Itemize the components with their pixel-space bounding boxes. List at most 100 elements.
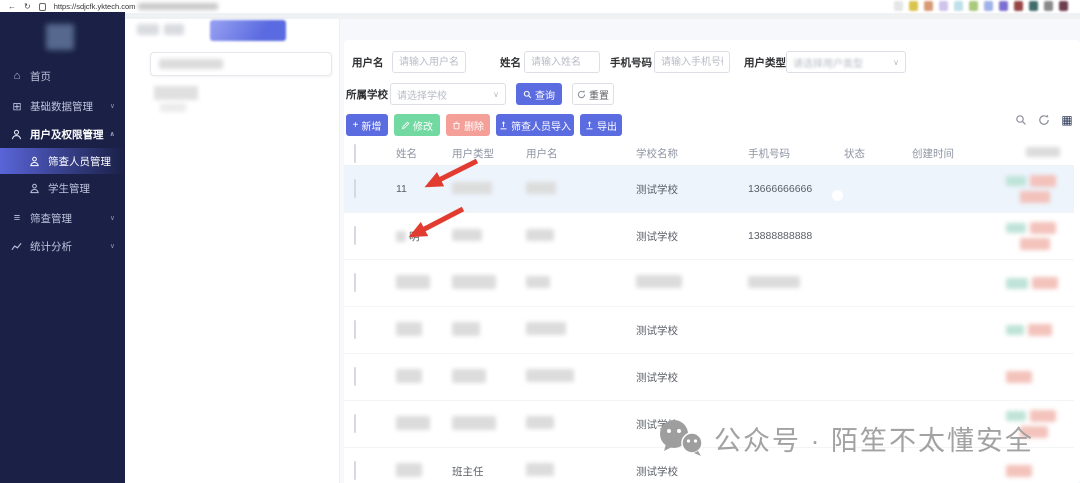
chevron-down-icon: ∨: [109, 103, 115, 110]
table-row[interactable]: 测试学校: [344, 354, 1074, 401]
cell-username-redacted: [526, 275, 550, 288]
name-input[interactable]: [524, 51, 600, 73]
cell-name-redacted: [396, 368, 422, 383]
tree-node-redacted[interactable]: [154, 86, 198, 100]
username-input[interactable]: [392, 51, 466, 73]
table-row[interactable]: 测试学校: [344, 307, 1074, 354]
op-edit-redacted[interactable]: [1006, 223, 1026, 233]
row-checkbox[interactable]: [354, 320, 356, 339]
header-name: 姓名: [396, 148, 417, 160]
op-delete-redacted[interactable]: [1030, 175, 1056, 187]
row-checkbox[interactable]: [354, 179, 356, 198]
school-placeholder: 请选择学校: [397, 90, 447, 102]
sidebar-item-screening-mgmt[interactable]: ≡ 筛查管理 ∨: [0, 204, 125, 232]
name-label: 姓名: [500, 57, 521, 69]
cell-phone-redacted: [748, 275, 800, 288]
cell-school: 测试学校: [636, 230, 678, 243]
row-checkbox[interactable]: [354, 461, 356, 480]
row-checkbox[interactable]: [354, 273, 356, 292]
op-edit-redacted[interactable]: [1006, 277, 1028, 289]
cell-name-redacted: [396, 462, 422, 477]
op-delete-redacted[interactable]: [1030, 222, 1056, 234]
sidebar-item-base-data[interactable]: ⊞ 基础数据管理 ∨: [0, 92, 125, 120]
phone-label: 手机号码: [610, 57, 652, 69]
cell-name: 明: [409, 230, 420, 243]
trash-icon: [453, 121, 460, 129]
sidebar-item-students[interactable]: 学生管理: [0, 175, 125, 201]
browser-refresh-icon[interactable]: ↻: [24, 2, 31, 11]
row-checkbox[interactable]: [354, 414, 356, 433]
header-usertype: 用户类型: [452, 148, 494, 160]
cell-username-redacted: [526, 322, 566, 335]
list-icon: ≡: [13, 212, 21, 224]
table-refresh-icon[interactable]: [1037, 113, 1051, 127]
table-row[interactable]: [344, 260, 1074, 307]
op-edit-redacted[interactable]: [1006, 411, 1026, 421]
name-prefix-redacted: [396, 230, 406, 242]
cell-name-redacted: [396, 415, 430, 430]
browser-back-icon[interactable]: ←: [8, 2, 16, 11]
edit-button-label: 修改: [413, 121, 433, 133]
header-school: 学校名称: [636, 148, 678, 160]
nav-tab-redacted[interactable]: [137, 24, 159, 35]
row-checkbox[interactable]: [354, 367, 356, 386]
usertype-placeholder: 请选择用户类型: [793, 58, 863, 70]
browser-address-bar: ← ↻ https://sdjcfk.yktech.com: [0, 0, 1080, 13]
op-redacted[interactable]: [1020, 426, 1048, 438]
op-edit-redacted[interactable]: [1006, 176, 1026, 186]
op-delete-redacted[interactable]: [1006, 465, 1032, 477]
header-username: 用户名: [526, 148, 558, 160]
table-search-icon[interactable]: [1014, 113, 1028, 127]
cell-username-redacted: [526, 369, 574, 382]
url-text[interactable]: https://sdjcfk.yktech.com: [54, 2, 136, 11]
header-status: 状态: [844, 148, 865, 160]
op-delete-redacted[interactable]: [1032, 277, 1058, 289]
table-row[interactable]: 测试学校: [344, 401, 1074, 448]
import-button[interactable]: 筛查人员导入: [496, 114, 574, 136]
sidebar-item-home[interactable]: ⌂ 首页: [0, 62, 125, 90]
sidebar-item-label: 首页: [30, 70, 51, 83]
cell-phone: 13888888888: [748, 230, 813, 242]
table-row[interactable]: 班主任 测试学校: [344, 448, 1074, 483]
sidebar-item-statistics[interactable]: 统计分析 ∨: [0, 232, 125, 260]
op-delete-redacted[interactable]: [1028, 324, 1052, 336]
cell-username-redacted: [526, 416, 554, 429]
nav-tab-redacted[interactable]: [164, 24, 184, 35]
cell-usertype-redacted: [452, 228, 482, 241]
delete-button-label: 删除: [464, 121, 484, 133]
nav-tab-active-redacted[interactable]: [210, 20, 286, 41]
phone-input[interactable]: [654, 51, 730, 73]
add-button[interactable]: + 新增: [346, 114, 388, 136]
add-button-label: 新增: [361, 121, 382, 133]
column-settings-icon[interactable]: ▦: [1060, 113, 1074, 127]
table-header-row: 姓名 用户类型 用户名 学校名称 手机号码 状态 创建时间: [344, 142, 1074, 166]
delete-button[interactable]: 删除: [446, 114, 490, 136]
op-redacted[interactable]: [1020, 238, 1050, 250]
table-row[interactable]: 明 测试学校 13888888888: [344, 213, 1074, 260]
sidebar-item-screening-personnel[interactable]: 筛查人员管理: [0, 148, 125, 174]
reset-button[interactable]: 重置: [572, 83, 614, 105]
cell-school: 测试学校: [636, 371, 678, 384]
sidebar-item-user-permission[interactable]: 用户及权限管理 ∧: [0, 120, 125, 148]
tree-node-redacted[interactable]: [160, 103, 186, 112]
op-delete-redacted[interactable]: [1006, 371, 1032, 383]
op-delete-redacted[interactable]: [1030, 410, 1056, 422]
op-redacted[interactable]: [1020, 191, 1050, 203]
search-button[interactable]: 查询: [516, 83, 562, 105]
school-select[interactable]: 请选择学校 ∨: [390, 83, 506, 105]
table-row[interactable]: 11 测试学校 13666666666: [344, 166, 1074, 213]
usertype-select[interactable]: 请选择用户类型 ∨: [786, 51, 906, 73]
usertype-label: 用户类型: [744, 57, 786, 69]
edit-button[interactable]: 修改: [394, 114, 440, 136]
op-edit-redacted[interactable]: [1006, 325, 1024, 335]
cell-school: 测试学校: [636, 418, 678, 431]
browser-extension-icons[interactable]: [894, 1, 1068, 11]
select-all-checkbox[interactable]: [354, 143, 356, 163]
export-button[interactable]: 导出: [580, 114, 622, 136]
cell-usertype-redacted: [452, 274, 496, 289]
export-button-label: 导出: [597, 121, 617, 133]
row-checkbox[interactable]: [354, 226, 356, 245]
upload-icon: [500, 120, 507, 129]
cell-school-redacted: [636, 275, 682, 288]
school-search-input[interactable]: [150, 52, 332, 76]
